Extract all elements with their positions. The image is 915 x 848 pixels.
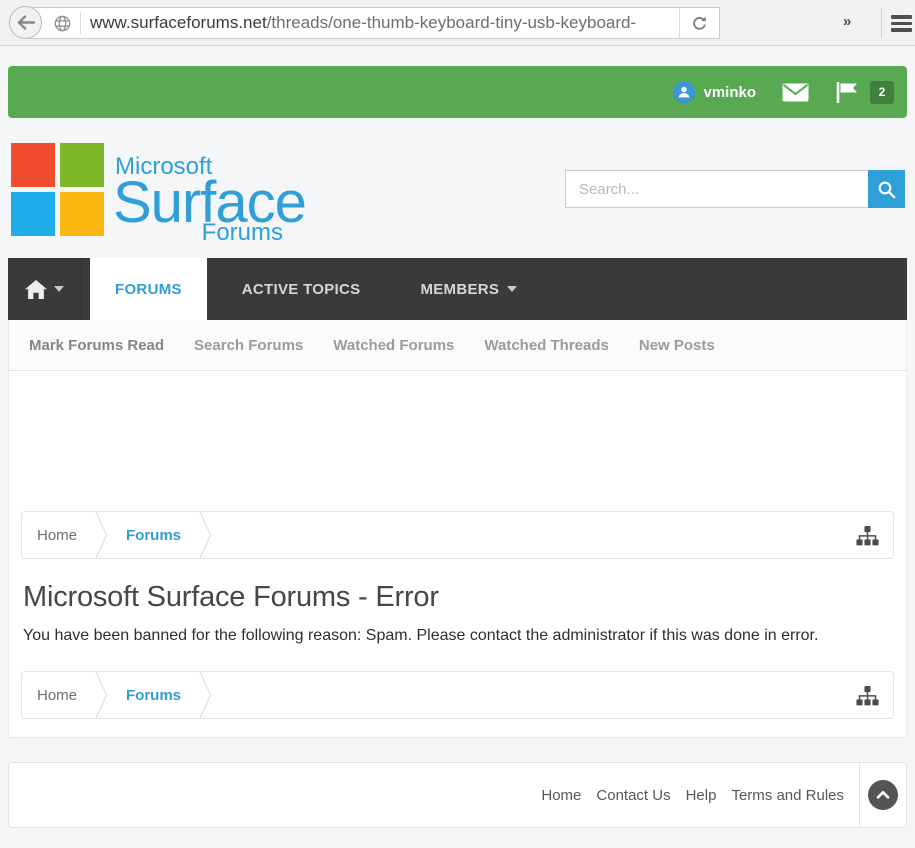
site-identity-globe-icon[interactable] [51, 15, 80, 32]
subnav-search-forums[interactable]: Search Forums [194, 337, 303, 354]
toolbar-overflow-button[interactable]: » [843, 13, 852, 30]
footer-help-link[interactable]: Help [686, 787, 717, 804]
alert-count-badge[interactable]: 2 [870, 81, 894, 104]
subnav-new-posts[interactable]: New Posts [639, 337, 715, 354]
breadcrumb-home[interactable]: Home [37, 687, 77, 704]
username-link[interactable]: vminko [703, 84, 756, 101]
logo-forums: Forums [202, 219, 283, 247]
back-button[interactable] [9, 6, 42, 39]
error-message: You have been banned for the following r… [23, 627, 894, 645]
address-bar[interactable]: www.surfaceforums.net/threads/one-thumb-… [26, 7, 720, 39]
search-icon [877, 180, 896, 199]
footer-links: Home Contact Us Help Terms and Rules [9, 787, 844, 804]
browser-chrome: www.surfaceforums.net/threads/one-thumb-… [0, 0, 915, 46]
sitemap-icon [856, 686, 879, 706]
envelope-icon [782, 83, 809, 102]
footer-terms-link[interactable]: Terms and Rules [731, 787, 844, 804]
back-arrow-icon [17, 15, 35, 30]
chevron-down-icon [54, 286, 64, 292]
site-header: Microsoft Surface Forums [8, 118, 907, 258]
breadcrumb-bottom: Home Forums [21, 671, 894, 719]
chevron-up-icon [875, 787, 891, 803]
footer-contact-link[interactable]: Contact Us [596, 787, 670, 804]
breadcrumb-separator [95, 672, 108, 718]
url-path: /threads/one-thumb-keyboard-tiny-usb-key… [267, 13, 636, 32]
flag-icon [835, 81, 859, 104]
top-button-area [860, 780, 906, 810]
sitemap-icon [856, 526, 879, 546]
search-input[interactable] [565, 170, 868, 208]
logo-text: Microsoft Surface Forums [113, 143, 285, 236]
refresh-icon [691, 15, 708, 32]
subnav-mark-forums-read[interactable]: Mark Forums Read [29, 337, 164, 354]
tab-members[interactable]: MEMBERS [395, 258, 542, 320]
microsoft-squares-icon [11, 143, 104, 236]
alerts-button[interactable] [835, 81, 859, 104]
breadcrumb-separator [199, 672, 212, 718]
home-tab[interactable] [8, 258, 82, 320]
menu-hamburger-button[interactable] [891, 15, 912, 32]
page-title: Microsoft Surface Forums - Error [23, 581, 894, 614]
breadcrumb-forums[interactable]: Forums [126, 687, 181, 704]
breadcrumb: Home Forums [21, 511, 894, 559]
url-domain: www.surfaceforums.net [90, 13, 267, 32]
avatar[interactable] [673, 81, 695, 103]
breadcrumb-jump-button[interactable] [856, 686, 879, 711]
toolbar-divider [881, 8, 882, 38]
subnav-watched-threads[interactable]: Watched Threads [484, 337, 608, 354]
footer-gap [8, 738, 907, 762]
empty-ad-space [21, 371, 894, 511]
search-button[interactable] [868, 170, 905, 208]
scroll-to-top-button[interactable] [868, 780, 898, 810]
member-bar: vminko 2 [8, 66, 907, 118]
subnav-watched-forums[interactable]: Watched Forums [333, 337, 454, 354]
home-icon [25, 280, 47, 299]
main-navbar: FORUMS ACTIVE TOPICS MEMBERS [8, 258, 907, 320]
breadcrumb-home[interactable]: Home [37, 527, 77, 544]
refresh-button[interactable] [679, 8, 719, 38]
url-text[interactable]: www.surfaceforums.net/threads/one-thumb-… [81, 13, 679, 33]
breadcrumb-jump-button[interactable] [856, 526, 879, 551]
forum-subnav: Mark Forums Read Search Forums Watched F… [8, 320, 907, 371]
breadcrumb-separator [199, 512, 212, 558]
search-area [565, 170, 905, 208]
footer-home-link[interactable]: Home [541, 787, 581, 804]
tab-forums[interactable]: FORUMS [90, 258, 207, 320]
breadcrumb-forums[interactable]: Forums [126, 527, 181, 544]
breadcrumb-separator [95, 512, 108, 558]
tab-active-topics[interactable]: ACTIVE TOPICS [217, 258, 386, 320]
site-logo[interactable]: Microsoft Surface Forums [11, 143, 285, 236]
footer: Home Contact Us Help Terms and Rules [8, 762, 907, 828]
content-area: Home Forums Microsoft [8, 371, 907, 738]
page: vminko 2 Microsoft Surface Forums [0, 66, 915, 828]
inbox-button[interactable] [782, 83, 809, 102]
chevron-down-icon [507, 286, 517, 292]
user-icon [677, 85, 691, 99]
